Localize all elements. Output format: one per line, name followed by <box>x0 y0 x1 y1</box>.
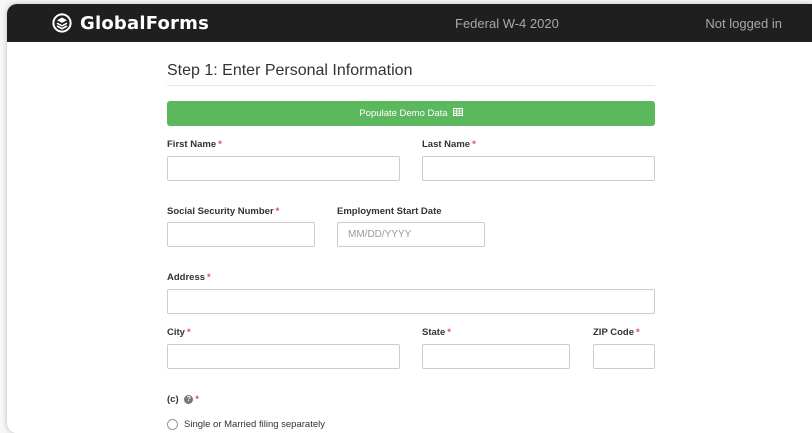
populate-demo-data-label: Populate Demo Data <box>359 108 448 119</box>
app-window: GlobalForms Federal W-4 2020 Not logged … <box>7 4 812 433</box>
ssn-label-text: Social Security Number <box>167 206 274 217</box>
login-status[interactable]: Not logged in <box>705 16 782 31</box>
populate-demo-data-button[interactable]: Populate Demo Data <box>167 101 655 126</box>
zip-input[interactable] <box>593 344 655 369</box>
filing-status-option-label: Single or Married filing separately <box>184 419 325 430</box>
brand-name: GlobalForms <box>80 12 209 34</box>
step-title: Step 1: Enter Personal Information <box>167 62 413 79</box>
required-marker: * <box>186 327 191 338</box>
employment-start-date-input[interactable] <box>337 222 485 247</box>
address-label-text: Address <box>167 272 206 283</box>
brand[interactable]: GlobalForms <box>52 11 209 35</box>
filing-status-label: (c) ? * <box>167 394 199 405</box>
filing-status-label-text: (c) <box>167 394 179 405</box>
form-title: Federal W-4 2020 <box>455 16 559 31</box>
globalforms-logo-icon <box>52 13 72 33</box>
required-marker: * <box>275 206 280 217</box>
table-icon <box>452 108 463 119</box>
city-input[interactable] <box>167 344 400 369</box>
radio-button[interactable] <box>167 419 178 430</box>
zip-label: ZIP Code * <box>593 327 640 338</box>
last-name-label-text: Last Name <box>422 139 471 150</box>
first-name-input[interactable] <box>167 156 400 181</box>
required-marker: * <box>207 272 211 283</box>
address-input[interactable] <box>167 289 655 314</box>
state-input[interactable] <box>422 344 570 369</box>
start-date-label: Employment Start Date <box>337 206 442 217</box>
zip-label-text: ZIP Code <box>593 327 634 338</box>
required-marker: * <box>636 327 640 338</box>
divider <box>167 85 655 86</box>
required-marker: * <box>218 139 222 150</box>
first-name-label-text: First Name <box>167 139 217 150</box>
last-name-label: Last Name * <box>422 139 476 150</box>
address-label: Address * <box>167 272 211 283</box>
ssn-label: Social Security Number * <box>167 206 279 217</box>
question-circle-icon[interactable]: ? <box>184 394 194 404</box>
city-label-text: City <box>167 327 185 338</box>
required-marker: * <box>447 327 451 338</box>
filing-status-option-single[interactable]: Single or Married filing separately <box>167 419 325 430</box>
required-marker: * <box>472 139 476 150</box>
last-name-input[interactable] <box>422 156 655 181</box>
state-label: State * <box>422 327 451 338</box>
state-label-text: State <box>422 327 446 338</box>
required-marker: * <box>195 394 199 405</box>
first-name-label: First Name * <box>167 139 222 150</box>
ssn-input[interactable] <box>167 222 315 247</box>
city-label: City * <box>167 327 191 338</box>
top-navbar: GlobalForms Federal W-4 2020 Not logged … <box>7 4 812 42</box>
